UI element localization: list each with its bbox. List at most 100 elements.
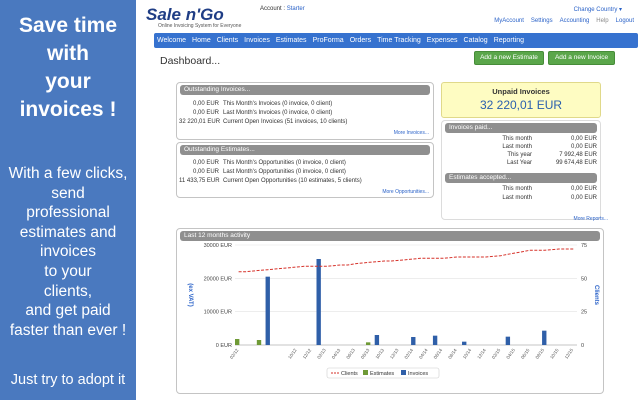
- row-amount: 0,00 EUR: [192, 101, 219, 107]
- app-window: Sale n'Go Online Invoicing System for Ev…: [136, 0, 640, 400]
- accepted-label: Last month: [502, 195, 532, 201]
- row-label: This Month's Invoices (0 invoice, 0 clie…: [223, 101, 333, 107]
- add-invoice-button[interactable]: Add a new Invoice: [548, 51, 615, 65]
- paid-label: This month: [502, 136, 532, 142]
- page-title: Dashboard...: [160, 55, 221, 67]
- top-links: MyAccount Settings Accounting Help Logou…: [494, 18, 634, 24]
- nav-welcome[interactable]: Welcome: [154, 33, 189, 48]
- settings-link[interactable]: Settings: [531, 18, 553, 24]
- nav-time-tracking[interactable]: Time Tracking: [374, 33, 424, 48]
- y-tick-label: 10000 EUR: [204, 310, 232, 316]
- more-opportunities-link[interactable]: More Opportunities...: [382, 189, 429, 195]
- estimates-bar: [235, 339, 240, 345]
- legend-estimates-swatch: [363, 370, 368, 375]
- chart-header: Last 12 months activity: [180, 231, 600, 241]
- promo-body-line: With a few clicks,: [8, 165, 128, 182]
- promo-body-line: professional: [26, 204, 110, 222]
- invoices-paid-header: Invoices paid...: [445, 123, 597, 133]
- invoices-bar: [542, 330, 547, 345]
- estimates-bar: [365, 342, 371, 345]
- myaccount-link[interactable]: MyAccount: [494, 18, 524, 24]
- x-tick-label: 06/13: [345, 347, 356, 359]
- x-tick-label: 06/15: [520, 347, 531, 359]
- paid-value: 0,00 EUR: [570, 144, 597, 150]
- activity-chart: 0 EUR 10000 EUR 20000 EUR 30000 EUR 0 25 50 75 (…: [187, 243, 599, 379]
- x-tick-label: 02/14: [404, 347, 415, 359]
- row-amount: 0,00 EUR: [192, 169, 219, 175]
- row-amount: 0,00 EUR: [192, 160, 219, 166]
- x-tick-label: 06/14: [433, 347, 444, 359]
- unpaid-value: 32 220,01 EUR: [479, 98, 563, 112]
- nav-clients[interactable]: Clients: [214, 33, 241, 48]
- y2-tick-label: 50: [581, 276, 587, 282]
- legend-invoices-swatch: [401, 370, 406, 375]
- top-bar: Sale n'Go Online Invoicing System for Ev…: [136, 0, 640, 33]
- unpaid-label: Unpaid Invoices: [492, 87, 550, 96]
- y-tick-label: 20000 EUR: [204, 276, 232, 282]
- y-tick-label: 30000 EUR: [204, 243, 232, 249]
- row-label: Last Month's Opportunities (0 invoice, 0…: [223, 169, 346, 175]
- paid-label: Last month: [502, 144, 532, 150]
- y2-axis-label: Clients: [593, 285, 599, 306]
- paid-label: This year: [507, 152, 532, 158]
- paid-value: 0,00 EUR: [570, 136, 597, 142]
- x-tick-label: 04/14: [418, 347, 429, 359]
- row-amount: 0,00 EUR: [192, 110, 219, 116]
- x-tick-label: 08/13: [360, 347, 371, 359]
- promo-body-line: clients,: [43, 282, 93, 300]
- promo-body-line: faster than ever !: [9, 321, 127, 339]
- y2-tick-label: 75: [581, 243, 587, 249]
- promo-body-line: to your: [44, 262, 92, 280]
- account-label: Account :: [260, 6, 286, 12]
- nav-home[interactable]: Home: [189, 33, 214, 48]
- outstanding-invoices-panel: Outstanding Invoices... 0,00 EUR This Mo…: [176, 82, 434, 140]
- change-country-link[interactable]: Change Country ▾: [574, 6, 622, 13]
- promo-body-line: estimates and: [19, 223, 117, 241]
- x-tick-label: 10/14: [462, 347, 473, 359]
- promo-footer: Just try to adopt it: [10, 372, 126, 388]
- paid-value: 99 674,48 EUR: [555, 160, 597, 166]
- nav-expenses[interactable]: Expenses: [424, 33, 461, 48]
- promo-headline: Save time with your invoices !: [0, 12, 136, 124]
- outstanding-invoices-header: Outstanding Invoices...: [180, 85, 430, 95]
- row-label: Current Open Invoices (51 invoices, 10 c…: [223, 119, 348, 125]
- x-tick-label: 12/13: [389, 347, 400, 359]
- nav-orders[interactable]: Orders: [347, 33, 374, 48]
- nav-proforma[interactable]: ProForma: [310, 33, 347, 48]
- x-tick-label: 10/13: [374, 347, 385, 359]
- nav-estimates[interactable]: Estimates: [273, 33, 310, 48]
- more-reports-link[interactable]: More Reports...: [574, 216, 608, 222]
- paid-value: 7 992,48 EUR: [559, 152, 597, 158]
- legend-invoices-label: Invoices: [408, 371, 428, 377]
- logo[interactable]: Sale n'Go Online Invoicing System for Ev…: [144, 5, 241, 31]
- estimates-bar: [256, 340, 262, 345]
- row-amount: 32 220,01 EUR: [179, 119, 221, 125]
- legend-estimates-label: Estimates: [370, 371, 394, 377]
- logout-link[interactable]: Logout: [616, 18, 634, 24]
- x-tick-label: 10/12: [287, 347, 298, 359]
- promo-body-line: send: [51, 184, 85, 202]
- more-invoices-link[interactable]: More Invoices...: [394, 130, 429, 136]
- legend-clients-label: Clients: [341, 371, 358, 377]
- x-tick-label: 12/14: [476, 347, 487, 359]
- outstanding-estimates-header: Outstanding Estimates...: [180, 145, 430, 155]
- add-estimate-button[interactable]: Add a new Estimate: [474, 51, 544, 65]
- help-link[interactable]: Help: [596, 18, 608, 24]
- account-plan[interactable]: Starter: [287, 6, 305, 12]
- nav-invoices[interactable]: Invoices: [241, 33, 273, 48]
- promo-body: With a few clicks, send professional est…: [0, 164, 136, 340]
- invoices-bar: [316, 259, 321, 345]
- nav-reporting[interactable]: Reporting: [491, 33, 527, 48]
- nav-catalog[interactable]: Catalog: [461, 33, 491, 48]
- row-label: Last Month's Invoices (0 invoice, 0 clie…: [223, 110, 333, 116]
- x-tick-label: 02/15: [491, 347, 502, 359]
- accounting-link[interactable]: Accounting: [560, 18, 590, 24]
- invoices-bar: [462, 341, 467, 345]
- activity-chart-panel: Last 12 months activity 0 EUR 10000 EUR 20…: [176, 228, 604, 394]
- y-axis-label: (ex VAT): [187, 283, 193, 306]
- invoices-bar: [265, 276, 270, 345]
- x-tick-label: 02/12: [229, 347, 240, 359]
- promo-banner: Save time with your invoices ! With a fe…: [0, 0, 136, 400]
- logo-text: Sale n'Go: [146, 5, 224, 24]
- unpaid-invoices-box: Unpaid Invoices 32 220,01 EUR: [441, 82, 601, 118]
